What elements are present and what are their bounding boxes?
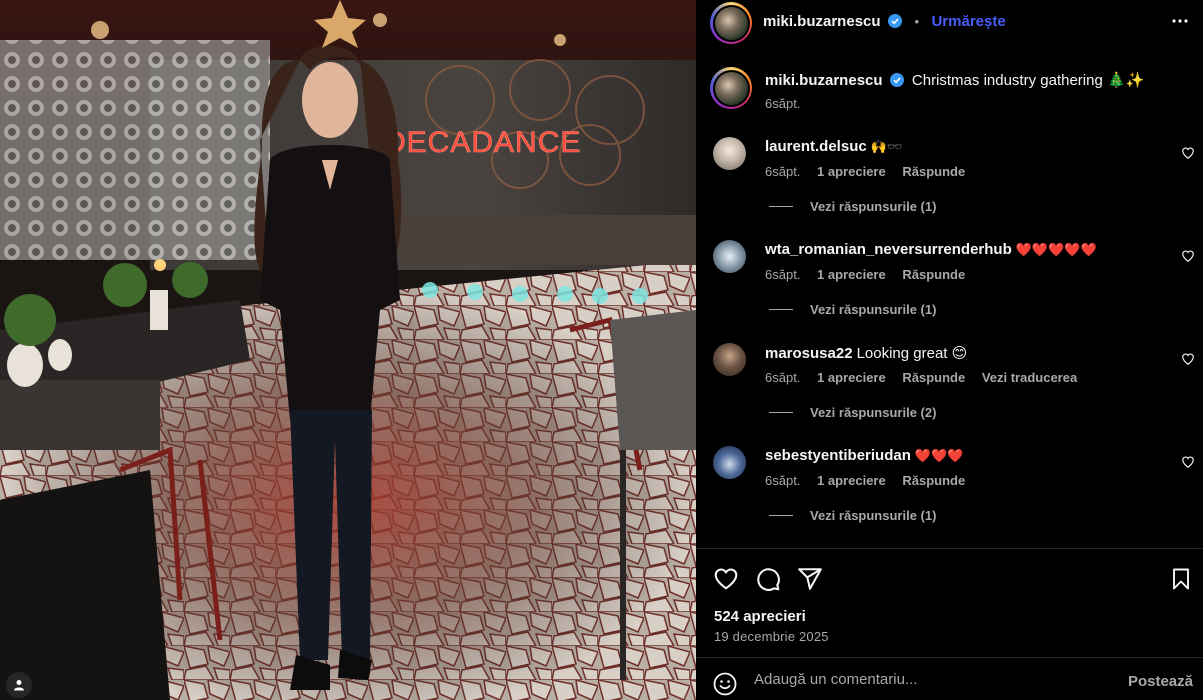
- view-replies-button[interactable]: Vezi răspunsurile (2): [769, 405, 936, 420]
- bookmark-icon[interactable]: [1169, 566, 1193, 592]
- commenter-avatar[interactable]: [713, 240, 746, 273]
- neon-sign: DECADANCE: [384, 126, 581, 159]
- reply-button[interactable]: Răspunde: [902, 473, 965, 488]
- user-tag-icon: [14, 680, 24, 691]
- caption-username[interactable]: miki.buzarnescu: [765, 72, 883, 89]
- more-options-button[interactable]: [1171, 12, 1189, 35]
- comment-like-heart-icon[interactable]: [1181, 146, 1195, 160]
- view-replies-label: Vezi răspunsurile (1): [810, 199, 937, 214]
- comment-time[interactable]: 6săpt.: [765, 267, 800, 282]
- view-replies-label: Vezi răspunsurile (1): [810, 508, 937, 523]
- comment-username[interactable]: wta_romanian_neversurrenderhub: [765, 241, 1012, 258]
- view-replies-button[interactable]: Vezi răspunsurile (1): [769, 199, 936, 214]
- like-heart-icon[interactable]: [713, 566, 739, 592]
- follow-button[interactable]: Urmărește: [931, 13, 1005, 30]
- view-replies-label: Vezi răspunsurile (1): [810, 302, 937, 317]
- comment-item: sebestyentiberiudan ❤️❤️❤️ 6săpt. 1 aprec…: [696, 446, 1203, 546]
- reply-button[interactable]: Răspunde: [902, 164, 965, 179]
- more-options-icon: [1172, 19, 1188, 23]
- caption-timestamp[interactable]: 6săpt.: [765, 96, 800, 111]
- caption-text: Christmas industry gathering 🎄✨: [911, 72, 1145, 89]
- comment-text: ❤️❤️❤️: [914, 449, 964, 464]
- comment-username[interactable]: laurent.delsuc: [765, 138, 867, 155]
- post-side-panel: miki.buzarnescu • Urmărește miki.buzarne…: [696, 0, 1203, 700]
- comment-text: Looking great 😊: [856, 345, 968, 362]
- post-comment-button[interactable]: Postează: [1128, 673, 1193, 690]
- commenter-avatar[interactable]: [713, 137, 746, 170]
- comment-text: ❤️❤️❤️❤️❤️: [1015, 243, 1097, 258]
- comment-time[interactable]: 6săpt.: [765, 370, 800, 385]
- post-date[interactable]: 19 decembrie 2025: [714, 629, 829, 644]
- comment-input[interactable]: [754, 671, 1114, 688]
- view-replies-button[interactable]: Vezi răspunsurile (1): [769, 302, 936, 317]
- comment-text: 🙌🕶️: [870, 140, 904, 155]
- separator-dot: •: [914, 14, 920, 29]
- comment-like-heart-icon[interactable]: [1181, 455, 1195, 469]
- comment-time[interactable]: 6săpt.: [765, 473, 800, 488]
- author-username[interactable]: miki.buzarnescu: [763, 13, 881, 30]
- user-tag-button[interactable]: [6, 672, 32, 698]
- comment-time[interactable]: 6săpt.: [765, 164, 800, 179]
- view-replies-button[interactable]: Vezi răspunsurile (1): [769, 508, 936, 523]
- comment-like-heart-icon[interactable]: [1181, 352, 1195, 366]
- comment-composer: Postează: [696, 657, 1203, 700]
- comment-icon[interactable]: [755, 566, 781, 592]
- comment-like-heart-icon[interactable]: [1181, 249, 1195, 263]
- comment-item: wta_romanian_neversurrenderhub ❤️❤️❤️❤️❤️…: [696, 240, 1203, 340]
- commenter-avatar[interactable]: [713, 343, 746, 376]
- comment-username[interactable]: marosusa22: [765, 345, 853, 362]
- post-header: miki.buzarnescu • Urmărește: [696, 0, 1203, 44]
- reply-button[interactable]: Răspunde: [902, 267, 965, 282]
- likes-count[interactable]: 524 aprecieri: [714, 608, 806, 625]
- emoji-icon[interactable]: [713, 672, 737, 696]
- verified-badge-icon: [889, 73, 904, 87]
- post-actions: 524 aprecieri 19 decembrie 2025 Postează: [696, 548, 1203, 700]
- comment-username[interactable]: sebestyentiberiudan: [765, 447, 911, 464]
- comment-likes[interactable]: 1 apreciere: [817, 267, 886, 282]
- photo-scene: DECADANCE: [0, 0, 696, 700]
- translate-button[interactable]: Vezi traducerea: [982, 370, 1077, 385]
- verified-badge-icon: [888, 14, 902, 28]
- comment-item: laurent.delsuc 🙌🕶️ 6săpt. 1 apreciere Răs…: [696, 137, 1203, 237]
- view-replies-label: Vezi răspunsurile (2): [810, 405, 937, 420]
- reply-button[interactable]: Răspunde: [902, 370, 965, 385]
- caption-avatar[interactable]: [710, 67, 752, 109]
- comment-likes[interactable]: 1 apreciere: [817, 370, 886, 385]
- commenter-avatar[interactable]: [713, 446, 746, 479]
- share-icon[interactable]: [797, 566, 823, 592]
- comment-item: marosusa22 Looking great 😊 6săpt. 1 aprec…: [696, 343, 1203, 443]
- comment-likes[interactable]: 1 apreciere: [817, 164, 886, 179]
- author-avatar[interactable]: [710, 2, 752, 44]
- comment-likes[interactable]: 1 apreciere: [817, 473, 886, 488]
- post-photo[interactable]: DECADANCE: [0, 0, 696, 700]
